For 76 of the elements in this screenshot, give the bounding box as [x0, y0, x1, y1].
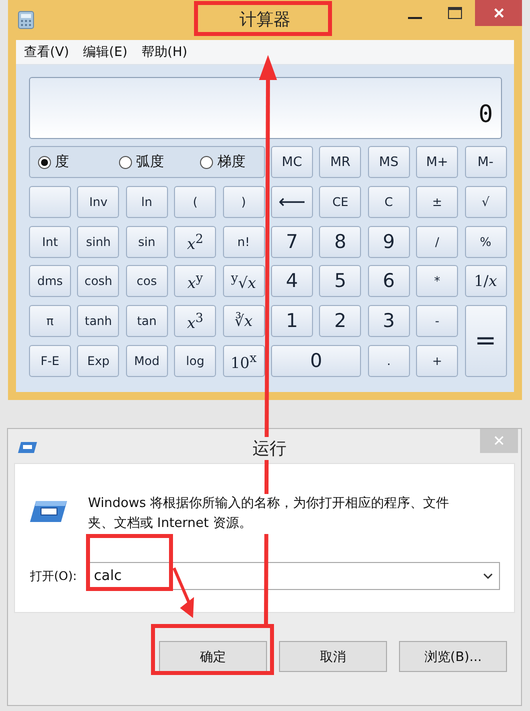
open-label: 打开(O): [30, 568, 77, 584]
angle-radio[interactable]: 梯度 [200, 153, 264, 171]
calc-key[interactable]: CE [319, 186, 362, 218]
calc-key[interactable]: tanh [77, 305, 120, 338]
calc-key[interactable]: Int [29, 226, 71, 258]
calc-key[interactable]: n! [222, 226, 265, 258]
calc-key[interactable]: MC [270, 146, 313, 178]
calc-key[interactable]: x$^{2}$ [174, 226, 216, 258]
close-button[interactable] [475, 0, 522, 26]
digit-key[interactable]: 2 [319, 305, 362, 338]
calc-key[interactable]: π [29, 305, 71, 338]
digit-key[interactable]: 8 [319, 226, 362, 258]
dialog-title: 运行 [252, 437, 286, 460]
angle-radio[interactable]: 度 [38, 153, 102, 171]
digit-key[interactable]: 1 [270, 305, 313, 338]
close-icon [494, 8, 504, 18]
digit-key[interactable]: 6 [368, 265, 410, 298]
annotation-arrow [172, 567, 194, 618]
calc-key[interactable]: ( [174, 186, 216, 218]
calc-key[interactable]: sinh [77, 226, 120, 258]
dialog-button[interactable]: 确定 [159, 641, 267, 672]
window-title: 计算器 [240, 9, 290, 31]
digit-key[interactable]: 3 [368, 305, 410, 338]
menu-item[interactable]: 帮助(H) [141, 43, 188, 61]
calc-key[interactable]: dms [29, 265, 71, 298]
run-icon [30, 500, 68, 524]
calc-key[interactable]: log [174, 344, 216, 377]
calc-key[interactable]: cosh [77, 265, 120, 298]
calc-key[interactable]: M+ [416, 146, 458, 178]
calc-key[interactable]: MS [368, 146, 410, 178]
calc-key[interactable]: ∛x [222, 305, 265, 338]
digit-key[interactable]: 9 [368, 226, 410, 258]
calc-key[interactable]: cos [126, 265, 168, 298]
dialog-button[interactable]: 浏览(B)... [399, 641, 507, 672]
open-combo-box[interactable]: calc [88, 562, 500, 590]
calc-key[interactable]: tan [126, 305, 168, 338]
calc-key[interactable]: $^{y}$√x [222, 265, 265, 298]
calc-key[interactable]: / [416, 226, 458, 258]
calc-key[interactable]: F-E [29, 344, 71, 377]
calc-key[interactable]: MR [319, 146, 362, 178]
calc-key[interactable]: √ [464, 186, 507, 218]
maximize-icon [448, 7, 462, 19]
calc-key[interactable]: 10$^{x}$ [222, 344, 265, 377]
calculator-icon [18, 11, 34, 29]
digit-key[interactable]: 4 [270, 265, 313, 298]
calc-key[interactable]: * [416, 265, 458, 298]
calc-key[interactable]: Mod [126, 344, 168, 377]
radio-dot-icon [41, 158, 48, 166]
calc-key[interactable]: + [416, 344, 458, 377]
chevron-down-icon [483, 573, 493, 579]
calc-key[interactable]: ± [416, 186, 458, 218]
equals-key[interactable]: = [464, 305, 507, 377]
calc-key[interactable]: M- [464, 146, 507, 178]
digit-key[interactable]: 0 [270, 344, 362, 377]
minimize-icon [408, 17, 422, 19]
calc-key[interactable]: Exp [77, 344, 120, 377]
calc-key[interactable]: x$^{3}$ [174, 305, 216, 338]
digit-key[interactable]: 7 [270, 226, 313, 258]
calc-key[interactable]: - [416, 305, 458, 338]
calc-key[interactable]: % [464, 226, 507, 258]
calc-key[interactable]: . [368, 344, 410, 377]
calc-key[interactable]: ln [126, 186, 168, 218]
run-icon [18, 441, 38, 454]
calc-key[interactable]: Inv [77, 186, 120, 218]
calc-key[interactable]: C [368, 186, 410, 218]
calc-key[interactable]: sin [126, 226, 168, 258]
dialog-button[interactable]: 取消 [279, 641, 387, 672]
backspace-key[interactable]: ⟵ [270, 186, 313, 218]
calc-key[interactable]: 1/x [464, 265, 507, 298]
menu-item[interactable]: 查看(V) [24, 43, 70, 61]
calc-key[interactable]: ) [222, 186, 265, 218]
digit-key[interactable]: 5 [319, 265, 362, 298]
angle-radio[interactable]: 弧度 [119, 153, 182, 171]
calc-key[interactable]: x$^{y}$ [174, 265, 216, 298]
menu-item[interactable]: 编辑(E) [83, 43, 128, 61]
display-value: 0 [478, 100, 493, 128]
